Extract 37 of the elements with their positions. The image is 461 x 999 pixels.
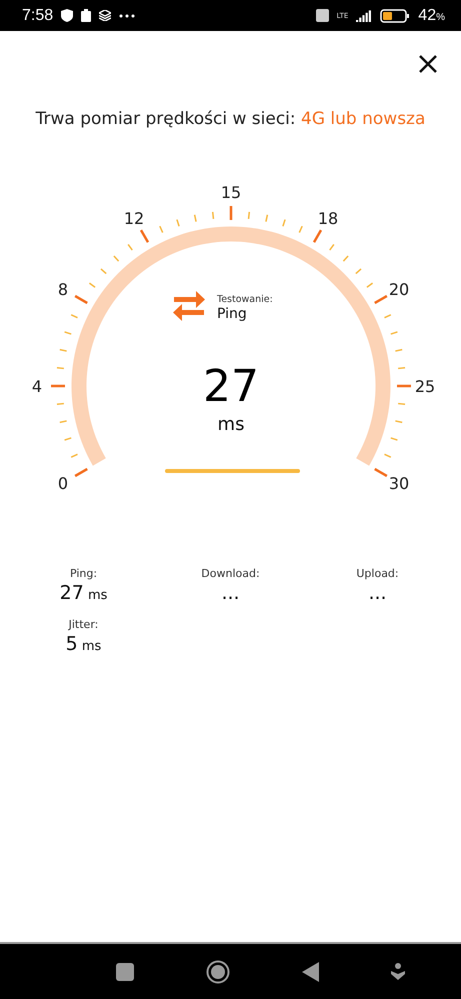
close-button[interactable]: [417, 53, 439, 75]
result-value: ...: [368, 582, 387, 604]
result-value: 27 ms: [60, 582, 108, 604]
tick-label: 30: [388, 474, 410, 493]
back-icon[interactable]: [302, 962, 319, 982]
battery-icon: [380, 8, 410, 22]
tick-label: 18: [318, 209, 338, 228]
result-value: 5 ms: [66, 633, 102, 655]
tick-label: 12: [124, 209, 144, 228]
battery-percent: 42%: [418, 6, 445, 24]
measurement-title: Trwa pomiar prędkości w sieci: 4G lub nowsza: [34, 109, 426, 129]
download-icon[interactable]: [391, 963, 405, 980]
tick-label: 8: [58, 280, 68, 299]
result-value: ...: [221, 582, 240, 604]
more-icon: [119, 14, 136, 18]
recents-icon[interactable]: [116, 962, 134, 980]
volte-icon: [316, 9, 329, 22]
gauge-unit: ms: [218, 414, 244, 435]
home-icon[interactable]: [206, 960, 230, 984]
shield-icon: [61, 9, 74, 22]
tick-label: 20: [388, 280, 410, 299]
tick-label: 15: [220, 183, 242, 202]
swap-arrows-icon: [173, 291, 205, 321]
status-time: 7:58: [22, 6, 54, 24]
phase-label: Testowanie:: [217, 294, 273, 305]
layers-icon: [99, 10, 112, 21]
result-label: Jitter:: [68, 618, 98, 631]
tick-label: 0: [58, 474, 68, 493]
result-label: Ping:: [70, 567, 98, 580]
signal-icon: [356, 10, 372, 22]
tick-label: 4: [32, 377, 42, 396]
result-label: Download:: [201, 567, 260, 580]
gauge-value: 27: [203, 361, 259, 412]
result-label: Upload:: [356, 567, 399, 580]
phase-name: Ping: [217, 306, 247, 322]
tick-label: 25: [414, 377, 436, 396]
battery-saver-icon: [81, 9, 92, 22]
